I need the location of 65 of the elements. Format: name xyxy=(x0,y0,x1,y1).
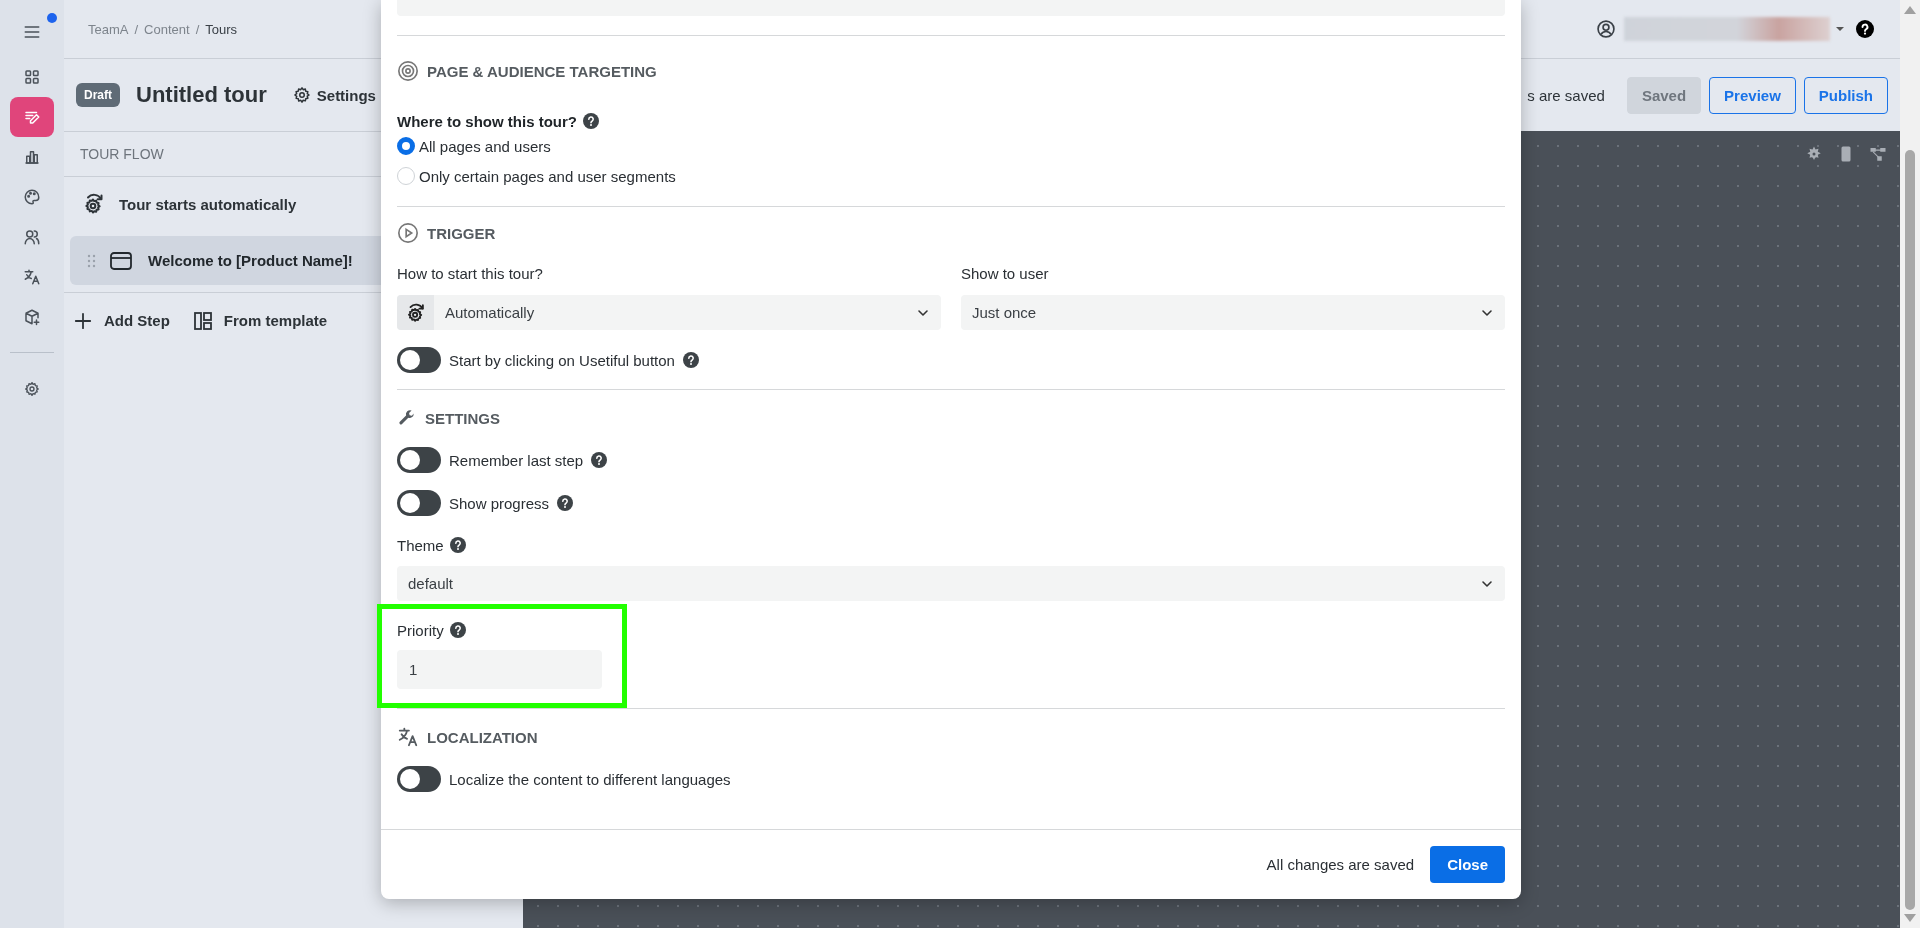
number-field[interactable]: 1 xyxy=(397,650,602,689)
layout-icon xyxy=(193,311,212,330)
sitemap-icon xyxy=(1869,145,1887,163)
help-icon xyxy=(1856,20,1874,38)
toolbar-button[interactable]: Publish xyxy=(1803,76,1888,114)
target-icon xyxy=(397,60,419,82)
people-icon xyxy=(23,228,41,246)
settings-icon xyxy=(24,381,40,397)
action-button[interactable]: Add Step xyxy=(74,311,170,330)
palette-icon xyxy=(23,188,41,206)
option-label: Only certain pages and user segments xyxy=(419,167,676,185)
breadcrumb-separator: / xyxy=(195,21,200,37)
save-status: All changes are saved xyxy=(1266,856,1415,873)
translate-icon xyxy=(397,726,419,748)
scrollbar-thumb[interactable] xyxy=(1905,150,1915,910)
select-field[interactable]: Automatically xyxy=(397,295,941,330)
save-status: s are saved xyxy=(1527,86,1605,104)
option-label: All pages and users xyxy=(419,137,551,155)
help-icon xyxy=(583,113,599,129)
action-button[interactable]: From template xyxy=(193,311,328,330)
toggle-switch[interactable] xyxy=(397,766,441,792)
toggle-label: Show progress xyxy=(449,494,550,512)
settings-icon xyxy=(292,86,311,104)
field-label: Priority xyxy=(397,621,444,639)
help-icon xyxy=(449,537,466,553)
section-title: LOCALIZATION xyxy=(427,728,538,746)
grid-icon xyxy=(23,68,41,86)
auto-gear-icon xyxy=(82,192,106,216)
select-field[interactable]: Just once xyxy=(961,295,1505,330)
toggle-label: Start by clicking on Usetiful button xyxy=(449,351,675,369)
select-field[interactable]: default xyxy=(397,566,1505,601)
scroll-down-icon xyxy=(1904,914,1916,922)
section-title: SETTINGS xyxy=(425,409,500,427)
step-title: Welcome to [Product Name]! xyxy=(148,252,353,269)
tour-title: Untitled tour xyxy=(136,82,267,108)
user-icon xyxy=(1596,19,1616,39)
breadcrumb-current: Tours xyxy=(205,21,238,37)
toolbar-button[interactable]: Preview xyxy=(1709,76,1796,114)
question-label: Where to show this tour? xyxy=(397,112,577,130)
status-badge: Draft xyxy=(76,83,120,107)
toggle-label: Remember last step xyxy=(449,451,584,469)
bar-chart-icon xyxy=(23,148,41,166)
window-icon xyxy=(110,250,132,271)
play-circle-icon xyxy=(397,222,419,244)
field-label: Theme xyxy=(397,536,444,554)
cube-plus-icon xyxy=(23,308,41,326)
drag-handle-icon xyxy=(87,253,96,268)
sidebar-item[interactable] xyxy=(10,97,54,137)
scroll-up-icon xyxy=(1904,6,1916,14)
trigger-label: Tour starts automatically xyxy=(119,195,297,213)
toggle-switch[interactable] xyxy=(397,347,441,373)
settings-button[interactable]: Settings xyxy=(292,86,376,104)
radio-button[interactable] xyxy=(397,137,415,155)
plus-icon xyxy=(74,311,92,330)
caret-icon xyxy=(1836,27,1844,31)
help-icon xyxy=(449,622,466,638)
section-title: TOUR FLOW xyxy=(80,146,164,162)
toggle-switch[interactable] xyxy=(397,447,441,473)
translate-icon xyxy=(23,268,41,286)
field-label: Show to user xyxy=(961,264,1049,282)
toggle-label: Localize the content to different languages xyxy=(449,770,731,788)
close-button[interactable]: Close xyxy=(1430,846,1505,883)
breadcrumb-separator: / xyxy=(134,21,139,37)
section-title: PAGE & AUDIENCE TARGETING xyxy=(427,62,657,80)
toggle-switch[interactable] xyxy=(397,490,441,516)
